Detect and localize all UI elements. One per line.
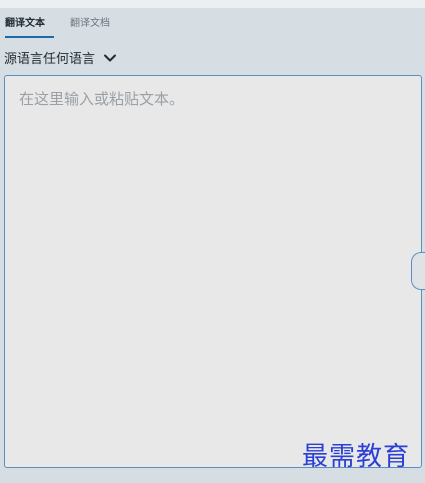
source-text-input[interactable] bbox=[5, 76, 421, 467]
source-text-box bbox=[4, 75, 422, 468]
tab-translate-text[interactable]: 翻译文本 bbox=[5, 18, 45, 30]
active-tab-indicator bbox=[5, 36, 54, 38]
tab-translate-document[interactable]: 翻译文档 bbox=[70, 18, 110, 30]
source-language-label: 源语言任何语言 bbox=[4, 51, 96, 67]
watermark-text: 最需教育 bbox=[302, 442, 411, 472]
source-language-selector[interactable]: 源语言任何语言 bbox=[4, 46, 117, 68]
panel-resize-handle[interactable] bbox=[411, 252, 425, 290]
chevron-down-icon bbox=[103, 50, 117, 64]
top-strip bbox=[0, 0, 425, 8]
mode-tabs: 翻译文本 翻译文档 bbox=[0, 8, 425, 40]
